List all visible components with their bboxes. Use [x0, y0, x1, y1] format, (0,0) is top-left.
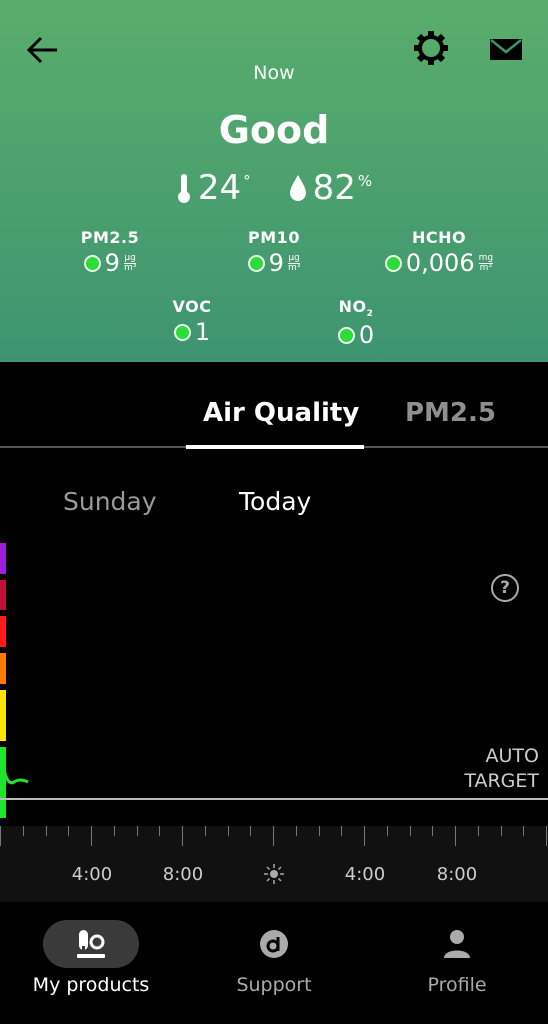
- metric-name: NO2: [338, 297, 374, 320]
- time-tick: [68, 826, 69, 836]
- air-quality-header: Now Good 24 ° 82 % PM2.5 9 µg m³ PM10 9 …: [0, 0, 548, 362]
- moon-icon: [0, 866, 8, 882]
- time-label-0800-second: 8:00: [436, 864, 478, 885]
- status-dot-icon: [247, 254, 265, 272]
- auto-target-label: AUTO TARGET: [464, 745, 539, 792]
- metric-value: 9: [104, 249, 120, 277]
- scale-segment-poor: [0, 580, 6, 610]
- metric-no2[interactable]: NO2 0: [306, 297, 406, 349]
- products-icon: [77, 930, 105, 958]
- thermometer-icon: [177, 174, 190, 203]
- time-tick: [159, 826, 160, 836]
- time-tick: [182, 826, 183, 846]
- metric-name: HCHO: [411, 228, 467, 247]
- air-quality-status: Good: [218, 108, 330, 152]
- nav-label: My products: [32, 974, 150, 996]
- time-tick: [205, 826, 206, 836]
- bottom-navigation: My products Support Profile: [0, 902, 548, 1024]
- help-icon[interactable]: ?: [491, 574, 519, 602]
- time-tick: [114, 826, 115, 836]
- back-arrow-icon: [26, 36, 57, 64]
- time-tick: [46, 826, 47, 836]
- humidity-reading: 82 %: [289, 168, 373, 208]
- time-tick: [228, 826, 229, 836]
- time-tick: [319, 826, 320, 836]
- metric-unit: µg m³: [287, 252, 301, 273]
- humidity-value: 82: [312, 168, 356, 208]
- time-tick: [546, 826, 547, 846]
- gear-icon: [414, 31, 448, 65]
- time-tick: [273, 826, 274, 846]
- time-tick: [387, 826, 388, 836]
- nav-label: Profile: [427, 974, 487, 996]
- tab-air-quality[interactable]: Air Quality: [203, 398, 359, 428]
- time-axis[interactable]: 4:00 8:00 4:00 8:00: [0, 826, 548, 902]
- status-dot-icon: [384, 254, 402, 272]
- metric-hcho[interactable]: HCHO 0,006 mg m³: [374, 228, 504, 277]
- scale-segment-fair: [0, 690, 6, 741]
- metric-pm25[interactable]: PM2.5 9 µg m³: [60, 228, 160, 277]
- day-current[interactable]: Today: [239, 487, 311, 516]
- time-tick: [91, 826, 92, 846]
- messages-button[interactable]: [486, 32, 526, 66]
- profile-icon: [444, 930, 470, 958]
- nav-my-products[interactable]: My products: [0, 902, 182, 996]
- status-dot-icon: [337, 326, 355, 344]
- day-previous[interactable]: Sunday: [63, 487, 157, 516]
- tab-active-indicator: [186, 445, 364, 449]
- metric-pm10[interactable]: PM10 9 µg m³: [224, 228, 324, 277]
- nav-active-pill: [43, 920, 139, 968]
- scale-segment-moderate: [0, 653, 6, 684]
- time-tick: [478, 826, 479, 836]
- humidity-unit: %: [357, 172, 373, 190]
- time-tick: [432, 826, 433, 836]
- time-label-0400-second: 4:00: [344, 864, 386, 885]
- nav-label: Support: [236, 974, 312, 996]
- climate-row: 24 ° 82 %: [0, 168, 548, 208]
- scale-segment-very-poor: [0, 543, 6, 574]
- support-icon: [260, 930, 288, 958]
- chart-tabs: Air Quality PM2.5: [0, 390, 548, 450]
- temperature-unit: °: [243, 172, 251, 190]
- moon-icon: [538, 863, 548, 883]
- time-label-0400-first: 4:00: [71, 864, 113, 885]
- time-tick: [341, 826, 342, 836]
- nav-support[interactable]: Support: [183, 902, 365, 996]
- envelope-icon: [490, 39, 522, 60]
- metric-name: VOC: [172, 297, 212, 316]
- temperature-reading: 24 °: [176, 168, 251, 208]
- time-tick: [250, 826, 251, 836]
- sun-icon: [264, 864, 284, 884]
- time-tick: [23, 826, 24, 836]
- time-tick: [410, 826, 411, 836]
- time-tick: [501, 826, 502, 836]
- time-tick: [137, 826, 138, 836]
- nav-profile[interactable]: Profile: [366, 902, 548, 996]
- metric-name: PM10: [248, 228, 300, 247]
- time-tick: [296, 826, 297, 836]
- metric-name: PM2.5: [80, 228, 140, 247]
- now-label: Now: [253, 62, 295, 84]
- tab-pm25[interactable]: PM2.5: [405, 398, 496, 428]
- target-line: [0, 798, 548, 800]
- metric-value: 9: [268, 249, 284, 277]
- air-quality-trend-line: [2, 769, 29, 785]
- water-drop-icon: [289, 175, 306, 201]
- temperature-value: 24: [197, 168, 242, 208]
- status-dot-icon: [83, 254, 101, 272]
- time-tick: [0, 826, 1, 846]
- metric-unit: mg m³: [478, 252, 494, 273]
- time-tick: [364, 826, 365, 846]
- time-label-0800-first: 8:00: [162, 864, 204, 885]
- metric-value: 1: [194, 318, 211, 346]
- metric-value: 0: [358, 321, 375, 350]
- time-tick: [455, 826, 456, 846]
- metric-voc[interactable]: VOC 1: [142, 297, 242, 346]
- scale-segment-bad: [0, 616, 6, 647]
- metric-value: 0,006: [405, 249, 475, 277]
- metric-unit: µg m³: [123, 252, 137, 273]
- time-tick: [523, 826, 524, 836]
- status-dot-icon: [173, 323, 191, 341]
